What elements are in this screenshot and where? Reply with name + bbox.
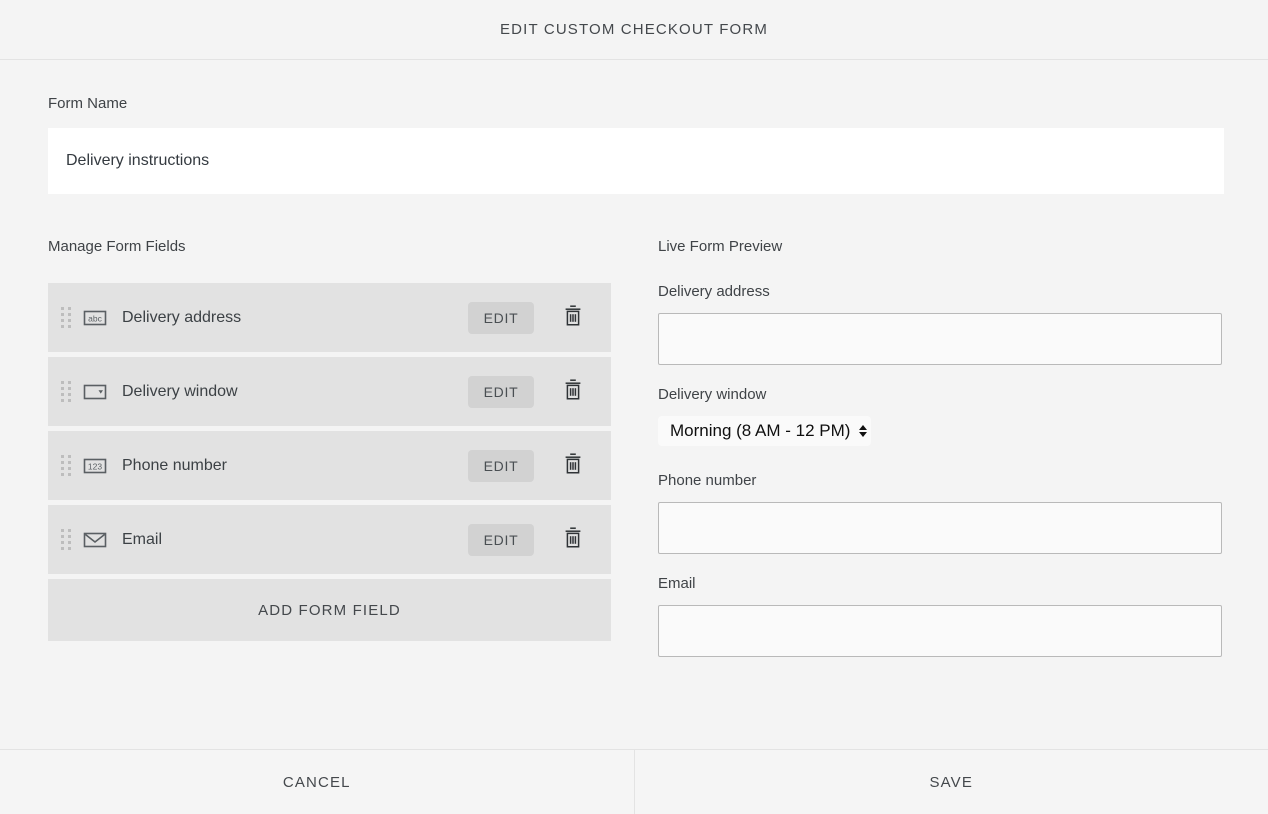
svg-text:123: 123	[88, 461, 102, 471]
preview-field-label: Phone number	[658, 472, 1224, 490]
form-name-input[interactable]: Delivery instructions	[48, 128, 1224, 194]
select-stepper-arrows-icon	[859, 425, 867, 437]
live-form-preview-panel: Live Form Preview Delivery addressDelive…	[658, 238, 1224, 678]
edit-field-button[interactable]: EDIT	[468, 376, 534, 408]
preview-select-value: Morning (8 AM - 12 PM)	[670, 421, 850, 441]
form-field-label: Delivery address	[122, 309, 468, 327]
delete-field-button[interactable]	[562, 305, 584, 331]
dialog-body: Form Name Delivery instructions Manage F…	[0, 61, 1268, 749]
drag-handle-icon[interactable]	[60, 529, 72, 551]
page-title: EDIT CUSTOM CHECKOUT FORM	[500, 21, 768, 38]
preview-field-label: Email	[658, 575, 1224, 593]
edit-field-button[interactable]: EDIT	[468, 450, 534, 482]
123-number-icon: 123	[82, 456, 108, 476]
preview-field: Delivery address	[658, 283, 1224, 365]
preview-field: Email	[658, 575, 1224, 657]
drag-handle-icon[interactable]	[60, 307, 72, 329]
dialog-header: EDIT CUSTOM CHECKOUT FORM	[0, 0, 1268, 60]
drag-handle-icon[interactable]	[60, 455, 72, 477]
trash-icon	[563, 452, 583, 479]
envelope-icon	[82, 530, 108, 550]
delete-field-button[interactable]	[562, 527, 584, 553]
edit-field-button[interactable]: EDIT	[468, 302, 534, 334]
save-button[interactable]: SAVE	[635, 750, 1268, 814]
delete-field-button[interactable]	[562, 453, 584, 479]
preview-select[interactable]: Morning (8 AM - 12 PM)	[658, 416, 871, 446]
editor-columns: Manage Form Fields abcDelivery addressED…	[0, 238, 1268, 678]
abc-text-icon: abc	[82, 308, 108, 328]
preview-field-list: Delivery address Delivery window Morning (…	[658, 283, 1224, 657]
add-form-field-button[interactable]: ADD FORM FIELD	[48, 579, 611, 641]
form-name-value: Delivery instructions	[66, 152, 209, 170]
form-name-label: Form Name	[48, 95, 1268, 113]
form-name-block: Form Name Delivery instructions	[0, 61, 1268, 194]
trash-icon	[563, 378, 583, 405]
form-field-label: Email	[122, 531, 468, 549]
preview-field-label: Delivery window	[658, 386, 1224, 404]
preview-text-input[interactable]	[658, 502, 1222, 554]
live-form-preview-label: Live Form Preview	[658, 238, 1224, 256]
edit-custom-checkout-form-dialog: EDIT CUSTOM CHECKOUT FORM Form Name Deli…	[0, 0, 1268, 814]
form-field-row[interactable]: EmailEDIT	[48, 505, 611, 574]
svg-text:abc: abc	[88, 313, 102, 323]
drag-handle-icon[interactable]	[60, 381, 72, 403]
edit-field-button[interactable]: EDIT	[468, 524, 534, 556]
preview-text-input[interactable]	[658, 313, 1222, 365]
trash-icon	[563, 304, 583, 331]
form-field-row[interactable]: Delivery windowEDIT	[48, 357, 611, 426]
form-field-row[interactable]: 123 Phone numberEDIT	[48, 431, 611, 500]
cancel-button[interactable]: CANCEL	[0, 750, 634, 814]
preview-field: Delivery window Morning (8 AM - 12 PM)	[658, 386, 1224, 446]
form-field-list: abcDelivery addressEDITDelivery windowED…	[48, 283, 658, 574]
dialog-footer: CANCEL SAVE	[0, 749, 1268, 814]
form-field-label: Delivery window	[122, 383, 468, 401]
form-field-label: Phone number	[122, 457, 468, 475]
trash-icon	[563, 526, 583, 553]
manage-form-fields-label: Manage Form Fields	[48, 238, 658, 256]
preview-field: Phone number	[658, 472, 1224, 554]
preview-text-input[interactable]	[658, 605, 1222, 657]
dropdown-select-icon	[82, 382, 108, 402]
form-field-row[interactable]: abc Delivery addressEDIT	[48, 283, 611, 352]
preview-field-label: Delivery address	[658, 283, 1224, 301]
manage-form-fields-panel: Manage Form Fields abcDelivery addressED…	[48, 238, 658, 641]
delete-field-button[interactable]	[562, 379, 584, 405]
